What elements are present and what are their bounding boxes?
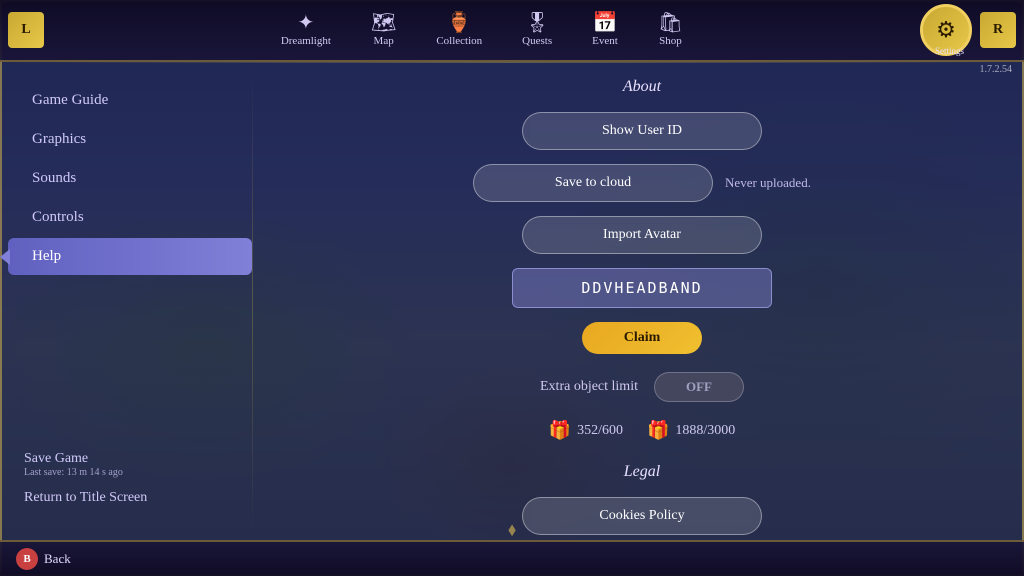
- nav-event[interactable]: 📅 Event: [572, 9, 638, 51]
- corner-left-btn[interactable]: L: [8, 12, 44, 48]
- save-to-cloud-button[interactable]: Save to cloud: [473, 164, 713, 202]
- back-label: Back: [44, 551, 71, 567]
- nav-shop[interactable]: 🛍 Shop: [638, 9, 703, 51]
- claim-button[interactable]: Claim: [582, 322, 702, 354]
- sidebar-item-game-guide[interactable]: Game Guide: [8, 82, 252, 119]
- about-title: About: [300, 78, 984, 96]
- bottom-bar: B Back: [0, 540, 1024, 576]
- left-border: [252, 62, 253, 540]
- stats-row: 🎁 352/600 🎁 1888/3000: [300, 420, 984, 441]
- show-user-id-button[interactable]: Show User ID: [522, 112, 762, 150]
- code-field[interactable]: DDVHEADBAND: [512, 268, 772, 308]
- corner-right-btn[interactable]: R: [980, 12, 1016, 48]
- nav-dreamlight[interactable]: ✦ Dreamlight: [261, 9, 351, 51]
- legal-title: Legal: [300, 463, 984, 481]
- stat1-icon: 🎁: [549, 420, 571, 441]
- sidebar-item-graphics[interactable]: Graphics: [8, 121, 252, 158]
- never-uploaded-label: Never uploaded.: [725, 175, 811, 191]
- content-area: Game Guide Graphics Sounds Controls Help…: [0, 62, 1024, 540]
- settings-label: Settings: [935, 46, 964, 56]
- shop-icon: 🛍: [658, 13, 683, 33]
- stat2-icon: 🎁: [647, 420, 669, 441]
- sidebar-item-save-game[interactable]: Save Game Last save: 13 m 14 s ago: [0, 445, 260, 484]
- settings-icon: ⚙: [936, 17, 956, 43]
- b-circle: B: [16, 548, 38, 570]
- collection-icon: 🏺: [447, 13, 472, 33]
- sidebar-item-controls[interactable]: Controls: [8, 199, 252, 236]
- nav-quests-label: Quests: [522, 35, 552, 47]
- save-row: Save to cloud Never uploaded.: [300, 164, 984, 202]
- bottom-ornament: ⬧: [508, 519, 516, 540]
- nav-dreamlight-label: Dreamlight: [281, 35, 331, 47]
- top-nav: L ✦ Dreamlight 🗺 Map 🏺 Collection 🎖 Ques…: [0, 0, 1024, 62]
- cookies-policy-button[interactable]: Cookies Policy: [522, 497, 762, 535]
- nav-items: ✦ Dreamlight 🗺 Map 🏺 Collection 🎖 Quests…: [44, 9, 920, 51]
- sidebar-item-help[interactable]: Help: [8, 238, 252, 275]
- nav-collection-label: Collection: [436, 35, 482, 47]
- version-label: 1.7.2.54: [980, 64, 1013, 75]
- sidebar-item-sounds[interactable]: Sounds: [8, 160, 252, 197]
- extra-limit-label: Extra object limit: [540, 379, 638, 395]
- extra-limit-row: Extra object limit OFF: [300, 372, 984, 402]
- quests-icon: 🎖: [524, 13, 549, 33]
- sidebar-divider: [0, 277, 260, 435]
- nav-map-label: Map: [374, 35, 394, 47]
- top-border-line: [0, 62, 1024, 63]
- nav-quests[interactable]: 🎖 Quests: [502, 9, 572, 51]
- nav-event-label: Event: [592, 35, 618, 47]
- event-icon: 📅: [592, 13, 617, 33]
- import-avatar-button[interactable]: Import Avatar: [522, 216, 762, 254]
- sidebar-item-return-title[interactable]: Return to Title Screen: [0, 484, 260, 512]
- stat-item-2: 🎁 1888/3000: [647, 420, 735, 441]
- sidebar-bottom: Save Game Last save: 13 m 14 s ago Retur…: [0, 437, 260, 520]
- stat-item-1: 🎁 352/600: [549, 420, 623, 441]
- sidebar: Game Guide Graphics Sounds Controls Help…: [0, 62, 260, 540]
- main-panel: About Show User ID Save to cloud Never u…: [260, 62, 1024, 540]
- stat1-value: 352/600: [577, 423, 623, 439]
- extra-limit-toggle[interactable]: OFF: [654, 372, 744, 402]
- stat2-value: 1888/3000: [675, 423, 735, 439]
- nav-map[interactable]: 🗺 Map: [351, 9, 416, 51]
- dreamlight-icon: ✦: [298, 13, 315, 33]
- map-icon: 🗺: [371, 13, 396, 33]
- back-button[interactable]: B Back: [16, 548, 71, 570]
- nav-shop-label: Shop: [659, 35, 682, 47]
- nav-collection[interactable]: 🏺 Collection: [416, 9, 502, 51]
